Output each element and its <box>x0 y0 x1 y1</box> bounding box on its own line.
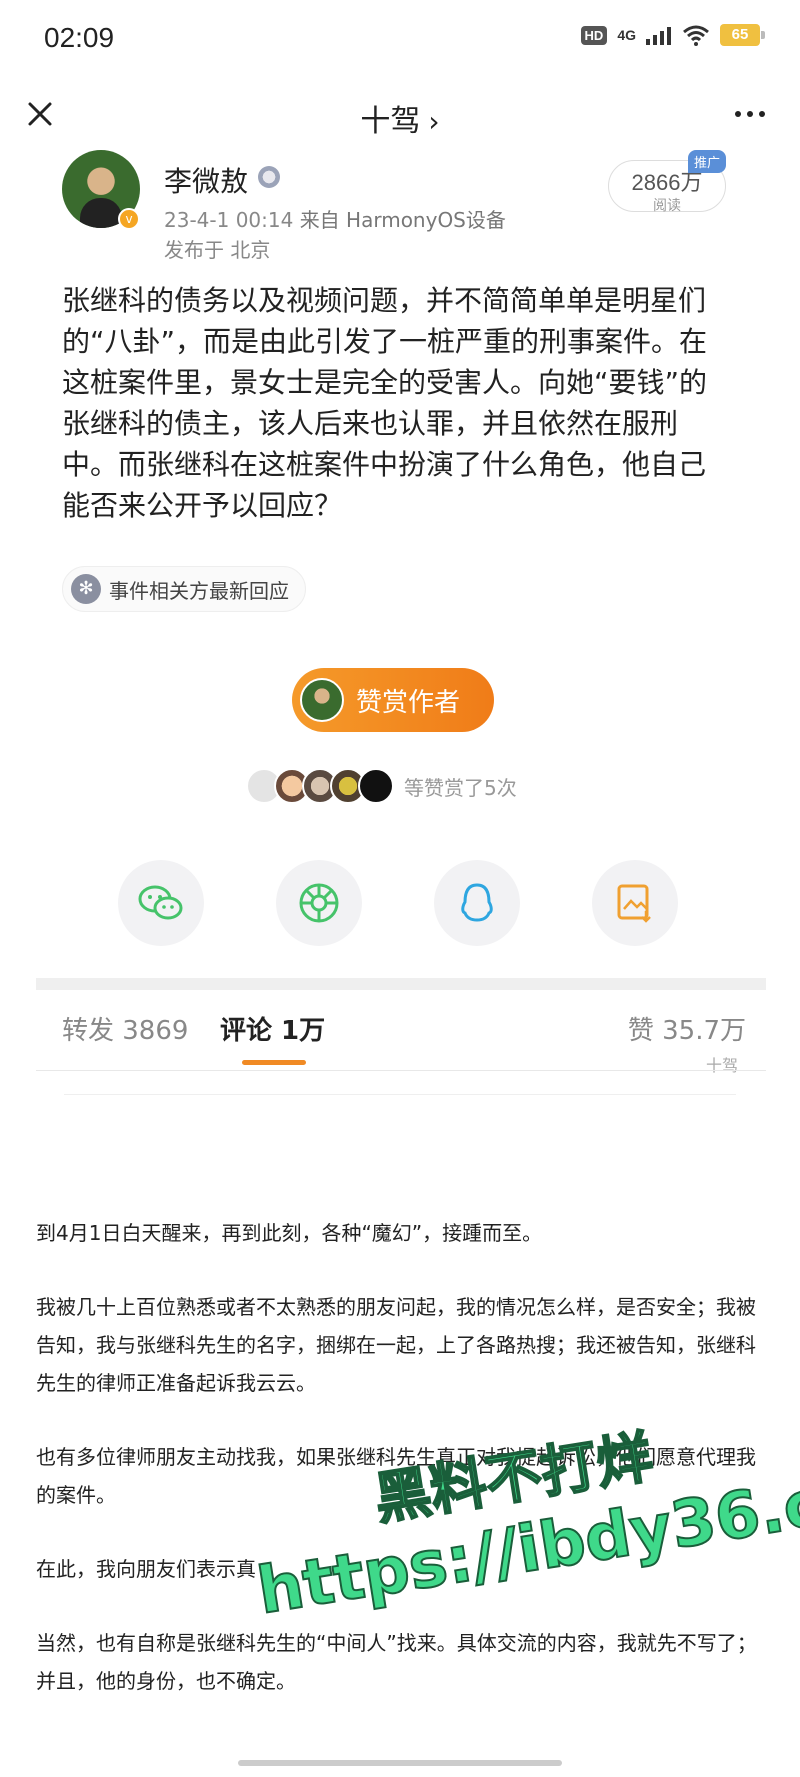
post-meta: 23-4-1 00:14 来自 HarmonyOS设备 <box>164 204 506 233</box>
hd-icon: HD <box>580 25 608 45</box>
tip-label: 赞赏作者 <box>356 687 461 718</box>
nav-title-text: 十驾 <box>360 104 421 139</box>
supporter-avatar <box>358 768 394 804</box>
supporters-row[interactable]: 等赞赏了5次 <box>246 768 517 804</box>
post-body: 张继科的债务以及视频问题，并不简简单单是明星们的“八卦”，而是由此引发了一桩严重… <box>62 284 708 522</box>
medal-icon <box>258 166 280 188</box>
reads-label: 阅读 <box>653 198 681 214</box>
engagement-tabs: 转发 3869 评论 1万 赞 35.7万 <box>36 1010 766 1065</box>
status-icons: HD 4G 65 <box>580 24 765 46</box>
share-moments-button[interactable] <box>276 860 362 946</box>
topic-label: 事件相关方最新回应 <box>109 578 289 603</box>
signal-bars-icon <box>646 27 671 45</box>
moments-icon <box>299 883 339 923</box>
tip-avatar <box>300 678 344 722</box>
author-name[interactable]: 李微敖 <box>164 160 248 200</box>
verified-badge-icon: v <box>118 208 140 230</box>
tab-comment[interactable]: 评论 1万 <box>220 1010 325 1047</box>
battery-icon: 65 <box>720 24 765 46</box>
topic-icon: ✻ <box>71 574 101 604</box>
tip-author-button[interactable]: 赞赏作者 <box>292 668 494 732</box>
status-time: 02:09 <box>44 22 115 53</box>
nav-bar: 十驾 › <box>0 80 800 150</box>
tab-divider-secondary <box>64 1094 736 1095</box>
chevron-right-icon: › <box>428 105 440 138</box>
topic-chip[interactable]: ✻ 事件相关方最新回应 <box>62 566 306 612</box>
supporters-text: 等赞赏了5次 <box>404 775 517 800</box>
share-wechat-button[interactable] <box>118 860 204 946</box>
promo-tag: 推广 <box>688 150 727 173</box>
post-location: 发布于 北京 <box>164 238 271 262</box>
status-bar: 02:09 HD 4G 65 <box>0 0 800 80</box>
section-divider <box>36 978 766 990</box>
more-icon[interactable] <box>730 96 770 132</box>
wechat-icon <box>138 885 183 920</box>
post-source: 来自 HarmonyOS设备 <box>299 208 506 232</box>
tab-like[interactable]: 赞 35.7万 <box>628 1010 746 1047</box>
wifi-icon <box>683 25 709 46</box>
share-row <box>118 860 678 946</box>
tab-divider <box>36 1070 766 1071</box>
article-paragraph: 我被几十上百位熟悉或者不太熟悉的朋友问起，我的情况怎么样，是否安全；我被告知，我… <box>36 1295 756 1395</box>
save-image-icon <box>617 884 651 923</box>
save-image-button[interactable] <box>592 860 678 946</box>
share-qq-button[interactable] <box>434 860 520 946</box>
active-tab-indicator <box>242 1060 306 1065</box>
tab-repost[interactable]: 转发 3869 <box>62 1010 188 1047</box>
article-paragraph: 当然，也有自称是张继科先生的“中间人”找来。具体交流的内容，我就先不写了；并且，… <box>36 1631 757 1693</box>
home-indicator[interactable] <box>238 1760 562 1766</box>
post-date-time: 23-4-1 00:14 <box>164 208 294 232</box>
account-watermark: 十驾 <box>705 1056 738 1075</box>
signal-icon: 4G <box>617 27 636 43</box>
article-paragraph: 到4月1日白天醒来，再到此刻，各种“魔幻”，接踵而至。 <box>36 1221 543 1245</box>
qq-icon <box>461 883 493 922</box>
nav-title[interactable]: 十驾 › <box>0 96 800 140</box>
